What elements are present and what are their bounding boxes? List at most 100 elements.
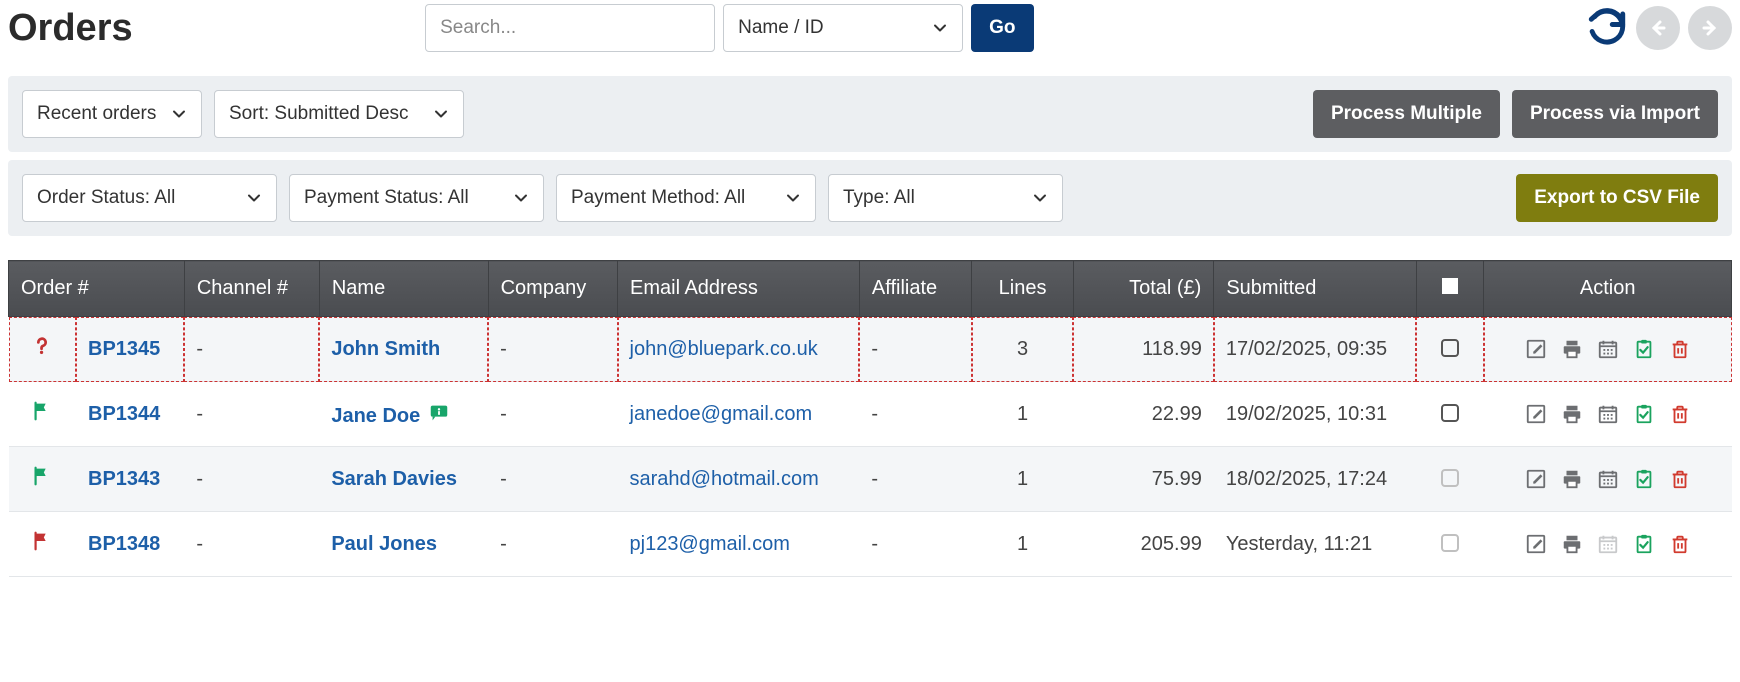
email-link[interactable]: john@bluepark.co.uk [630, 338, 818, 360]
channel: - [184, 512, 319, 577]
col-total[interactable]: Total (£) [1073, 261, 1214, 317]
table-head: Order # Channel # Name Company Email Add… [9, 261, 1732, 317]
company: - [488, 382, 617, 447]
affiliate: - [859, 512, 972, 577]
chevron-down-icon [1030, 188, 1050, 208]
clipboard-check-icon[interactable] [1633, 338, 1655, 360]
order-status-select[interactable]: Order Status: All [22, 174, 277, 222]
select-all-checkbox[interactable] [1442, 278, 1458, 294]
chevron-down-icon [431, 104, 451, 124]
col-name[interactable]: Name [319, 261, 488, 317]
action-cell [1496, 468, 1720, 490]
company: - [488, 512, 617, 577]
flag-icon[interactable] [31, 530, 53, 552]
total: 118.99 [1073, 317, 1214, 382]
payment-method-label: Payment Method: All [571, 187, 745, 209]
order-link[interactable]: BP1345 [88, 338, 160, 360]
total: 75.99 [1073, 447, 1214, 512]
row-checkbox[interactable] [1441, 404, 1459, 422]
question-icon[interactable] [31, 335, 53, 357]
page-title: Orders [8, 7, 133, 50]
customer-link[interactable]: Sarah Davies [331, 468, 457, 490]
calendar-icon[interactable] [1597, 468, 1619, 490]
col-lines[interactable]: Lines [972, 261, 1073, 317]
print-icon[interactable] [1561, 533, 1583, 555]
action-cell [1496, 403, 1720, 425]
search-field-select[interactable]: Name / ID [723, 4, 963, 52]
trash-icon[interactable] [1669, 468, 1691, 490]
chevron-down-icon [783, 188, 803, 208]
customer-link[interactable]: Paul Jones [331, 533, 437, 555]
row-checkbox [1441, 469, 1459, 487]
customer-link[interactable]: Jane Doe [331, 405, 420, 427]
print-icon[interactable] [1561, 338, 1583, 360]
sort-label: Sort: Submitted Desc [229, 103, 409, 125]
next-page-button[interactable] [1688, 6, 1732, 50]
calendar-icon[interactable] [1597, 338, 1619, 360]
prev-page-button[interactable] [1636, 6, 1680, 50]
customer-link[interactable]: John Smith [331, 338, 440, 360]
table-row: BP1345-John Smith-john@bluepark.co.uk-31… [9, 317, 1732, 382]
print-icon[interactable] [1561, 403, 1583, 425]
edit-icon[interactable] [1525, 533, 1547, 555]
col-select-all[interactable] [1416, 261, 1484, 317]
row-checkbox[interactable] [1441, 339, 1459, 357]
payment-status-label: Payment Status: All [304, 187, 469, 209]
chevron-down-icon [169, 104, 189, 124]
clipboard-check-icon[interactable] [1633, 403, 1655, 425]
speech-note-icon[interactable] [428, 402, 450, 424]
header-row: Orders Name / ID Go [8, 0, 1732, 68]
type-select[interactable]: Type: All [828, 174, 1063, 222]
channel: - [184, 382, 319, 447]
order-link[interactable]: BP1343 [88, 468, 160, 490]
go-button[interactable]: Go [971, 4, 1033, 52]
col-submitted[interactable]: Submitted [1214, 261, 1417, 317]
table-row: BP1343-Sarah Davies-sarahd@hotmail.com-1… [9, 447, 1732, 512]
action-cell [1496, 533, 1720, 555]
export-csv-button[interactable]: Export to CSV File [1516, 174, 1718, 222]
clipboard-check-icon[interactable] [1633, 468, 1655, 490]
email-link[interactable]: sarahd@hotmail.com [630, 468, 819, 490]
nav-cluster [1586, 6, 1732, 50]
clipboard-check-icon[interactable] [1633, 533, 1655, 555]
process-multiple-button[interactable]: Process Multiple [1313, 90, 1500, 138]
toolbar-2: Order Status: All Payment Status: All Pa… [8, 160, 1732, 236]
order-link[interactable]: BP1348 [88, 533, 160, 555]
email-link[interactable]: janedoe@gmail.com [630, 403, 813, 425]
col-affiliate[interactable]: Affiliate [859, 261, 972, 317]
edit-icon[interactable] [1525, 403, 1547, 425]
trash-icon[interactable] [1669, 533, 1691, 555]
flag-icon[interactable] [31, 465, 53, 487]
sort-select[interactable]: Sort: Submitted Desc [214, 90, 464, 138]
submitted: 18/02/2025, 17:24 [1214, 447, 1417, 512]
trash-icon[interactable] [1669, 338, 1691, 360]
submitted: 19/02/2025, 10:31 [1214, 382, 1417, 447]
col-company[interactable]: Company [488, 261, 617, 317]
total: 205.99 [1073, 512, 1214, 577]
print-icon[interactable] [1561, 468, 1583, 490]
recent-orders-select[interactable]: Recent orders [22, 90, 202, 138]
chevron-down-icon [930, 18, 950, 38]
col-channel-no[interactable]: Channel # [184, 261, 319, 317]
company: - [488, 317, 617, 382]
company: - [488, 447, 617, 512]
calendar-icon[interactable] [1597, 403, 1619, 425]
submitted: Yesterday, 11:21 [1214, 512, 1417, 577]
trash-icon[interactable] [1669, 403, 1691, 425]
edit-icon[interactable] [1525, 468, 1547, 490]
flag-icon[interactable] [31, 400, 53, 422]
process-via-import-button[interactable]: Process via Import [1512, 90, 1718, 138]
order-link[interactable]: BP1344 [88, 403, 160, 425]
search-input[interactable] [425, 4, 715, 52]
toolbar-1: Recent orders Sort: Submitted Desc Proce… [8, 76, 1732, 152]
payment-method-select[interactable]: Payment Method: All [556, 174, 816, 222]
col-email[interactable]: Email Address [618, 261, 860, 317]
affiliate: - [859, 447, 972, 512]
col-order-no[interactable]: Order # [9, 261, 185, 317]
email-link[interactable]: pj123@gmail.com [630, 533, 790, 555]
payment-status-select[interactable]: Payment Status: All [289, 174, 544, 222]
edit-icon[interactable] [1525, 338, 1547, 360]
submitted: 17/02/2025, 09:35 [1214, 317, 1417, 382]
action-cell [1496, 338, 1720, 360]
refresh-icon[interactable] [1586, 7, 1628, 49]
